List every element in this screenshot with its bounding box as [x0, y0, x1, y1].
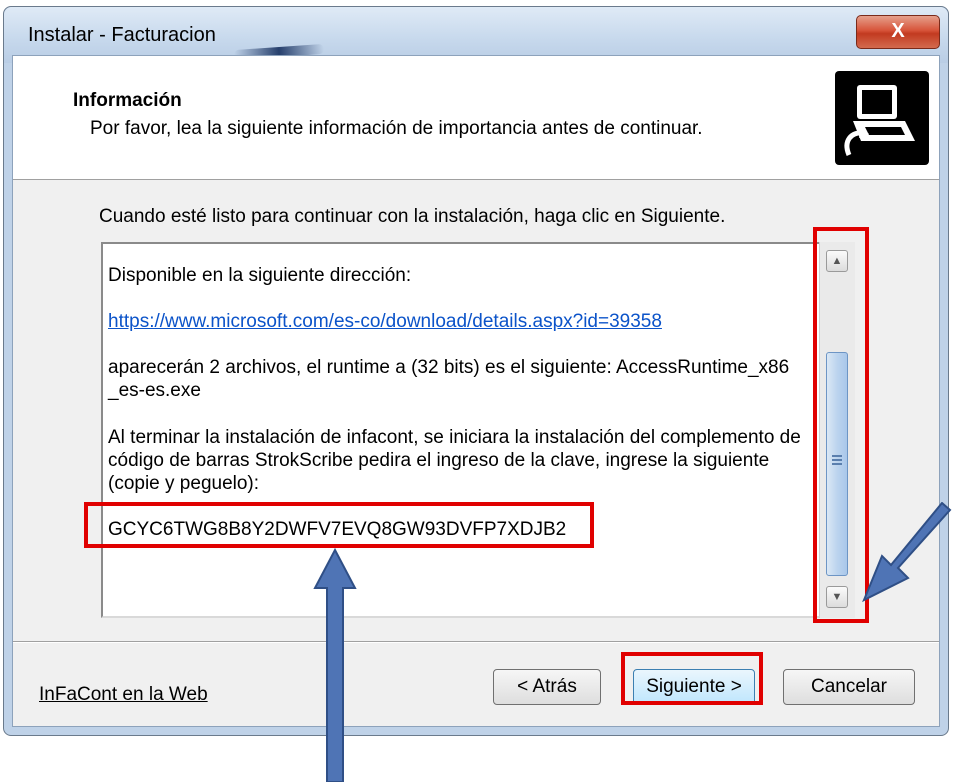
- page-title: Información: [73, 90, 182, 111]
- cancel-button[interactable]: Cancelar: [783, 669, 915, 705]
- diagonal-arrow-icon: [862, 502, 952, 603]
- wizard-body: Información Por favor, lea la siguiente …: [12, 55, 940, 727]
- page-subtitle: Por favor, lea la siguiente información …: [90, 118, 703, 139]
- up-arrow-icon: [313, 548, 357, 782]
- footer-divider: [13, 641, 939, 643]
- memo-line: aparecerán 2 archivos, el runtime a (32 …: [108, 357, 790, 378]
- memo-line: Al terminar la instalación de infacont, …: [108, 427, 801, 448]
- wizard-header: Información Por favor, lea la siguiente …: [13, 56, 939, 180]
- next-button-highlight-box: [621, 652, 763, 705]
- instruction-text: Cuando esté listo para continuar con la …: [99, 206, 726, 227]
- close-button[interactable]: X: [856, 15, 940, 49]
- memo-line: Disponible en la siguiente dirección:: [108, 265, 412, 286]
- window-title: Instalar - Facturacion: [28, 24, 216, 46]
- installer-window: Instalar - Facturacion X Información Por…: [3, 6, 949, 736]
- back-button[interactable]: < Atrás: [493, 669, 601, 705]
- info-memo[interactable]: Disponible en la siguiente dirección: ht…: [101, 242, 855, 618]
- download-link[interactable]: https://www.microsoft.com/es-co/download…: [108, 310, 662, 333]
- installer-computer-icon: [835, 71, 929, 165]
- memo-line: _es-es.exe: [108, 380, 201, 401]
- memo-line: (copie y peguelo):: [108, 473, 260, 494]
- website-link[interactable]: InFaCont en la Web: [39, 684, 208, 706]
- key-highlight-box: [84, 502, 594, 548]
- memo-line: código de barras StrokScribe pedira el i…: [108, 450, 770, 471]
